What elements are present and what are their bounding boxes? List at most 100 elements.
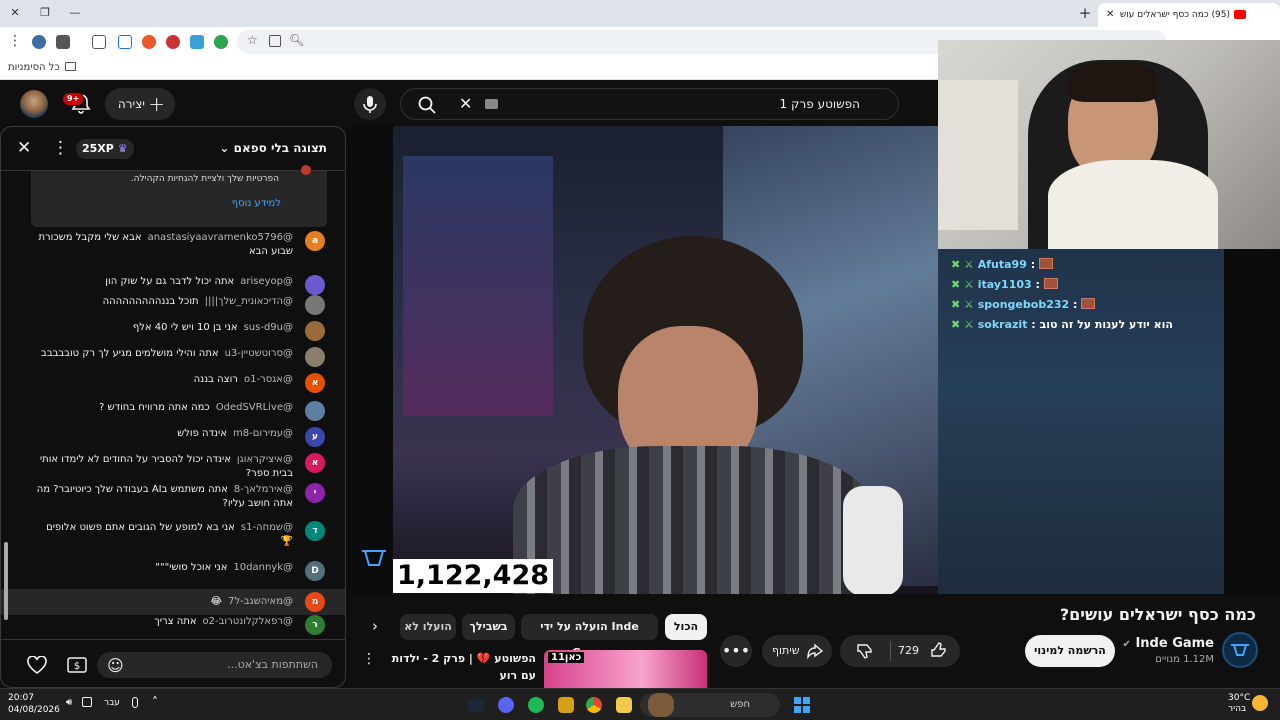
chat-avatar[interactable]: D	[305, 561, 325, 581]
install-app-icon[interactable]	[269, 35, 281, 47]
chat-username[interactable]: @sus-d9u	[244, 322, 293, 333]
chat-username[interactable]: @anastasiyaavramenko5796	[148, 232, 293, 243]
dislike-button[interactable]	[840, 635, 890, 667]
chat-username[interactable]: @עמירום-m8	[233, 428, 293, 439]
chat-username[interactable]: @מאיהשגב-ל7	[228, 596, 293, 607]
close-tab-icon[interactable]: ✕	[1106, 3, 1114, 27]
voice-search-button[interactable]	[354, 88, 386, 120]
chat-username[interactable]: @סרוטשטיין-u3	[225, 348, 293, 359]
super-chat-icon[interactable]: $	[67, 656, 87, 674]
app-icon[interactable]	[558, 697, 574, 713]
minimize-window-icon[interactable]: —	[66, 4, 84, 22]
chat-avatar[interactable]	[305, 401, 325, 421]
grammar-icon[interactable]	[214, 35, 228, 49]
clear-search-icon[interactable]: ✕	[459, 94, 472, 113]
recommended-title[interactable]: הפשוטע 💔 | פרק 2 - ילדות עם רוע	[378, 650, 536, 684]
chat-message[interactable]: ע @עמירום-m8 אינדה פולש	[35, 427, 325, 447]
extension-red-icon[interactable]	[142, 35, 156, 49]
channel-avatar[interactable]	[1222, 632, 1258, 668]
chat-username[interactable]: @שמחה-s1	[241, 522, 293, 533]
chat-message[interactable]: מ@מאיהשגב-ל7😂⋮	[1, 589, 345, 615]
taskbar-search[interactable]: חפש	[640, 693, 780, 717]
chat-username[interactable]: @אירמלאך-8	[234, 484, 293, 495]
chat-mode-selector[interactable]: תצוגה בלי ספאם ⌄	[219, 141, 327, 155]
chat-message[interactable]: @הדיכאונית_שלך|||| תוכל בננההההההההה	[35, 295, 325, 315]
chip-uploaded-by[interactable]: הועלה על ידי Inde Game	[521, 614, 658, 659]
volume-icon[interactable]: 🔊︎	[66, 697, 72, 708]
zoom-icon[interactable]: 🔍︎	[289, 33, 304, 47]
chat-username[interactable]: @OdedSVRLive	[216, 402, 293, 413]
extension-shield-icon[interactable]	[166, 35, 180, 49]
chat-more-icon[interactable]: ⋮	[52, 138, 69, 158]
xp-badge[interactable]: 25XP ♛	[76, 139, 134, 159]
like-button[interactable]	[924, 635, 960, 667]
chat-username[interactable]: @10dannyk	[233, 562, 293, 573]
chat-message[interactable]: @ariseyop אתה יכול לדבר גם על שוק הון	[35, 275, 325, 295]
keyboard-icon[interactable]	[485, 99, 498, 109]
channel-watermark-icon[interactable]	[360, 546, 388, 568]
chip-next-chevron-icon[interactable]: ›	[372, 617, 378, 635]
clock[interactable]: 20:07 04/08/2026	[8, 692, 60, 716]
chat-username[interactable]: @אגסר-o1	[244, 374, 293, 385]
windows-start-icon[interactable]	[794, 697, 810, 713]
language-indicator[interactable]: עבר	[104, 698, 120, 708]
new-tab-icon[interactable]: +	[1076, 4, 1094, 22]
chat-message[interactable]: י @אירמלאך-8אתה משתמש בAI בעבודה שלך כיוט…	[35, 483, 325, 511]
browser-tab[interactable]: (95) כמה כסף ישראלים עוש ✕	[1098, 3, 1280, 27]
chat-avatar[interactable]: a	[305, 231, 325, 251]
chat-scrollbar[interactable]	[4, 542, 8, 620]
chat-message[interactable]: a @anastasiyaavramenko5796אבא שלי מקבל מש…	[35, 231, 325, 259]
chat-avatar[interactable]: ע	[305, 427, 325, 447]
chip-recently-uploaded[interactable]: הועלו לא	[400, 614, 456, 640]
chat-message[interactable]: א @אגסר-o1 רוצה בננה	[35, 373, 325, 393]
channel-name[interactable]: Inde Game ✔	[1123, 636, 1214, 651]
translate-icon[interactable]	[190, 35, 204, 49]
menu-dots-icon[interactable]: ⋮	[8, 33, 22, 49]
chat-message[interactable]: @סרוטשטיין-u3 אתה והילי מושלמים מגיע לך ר…	[35, 347, 325, 367]
learn-more-link[interactable]: למידע נוסף	[232, 198, 281, 209]
chat-avatar[interactable]: א	[305, 453, 325, 473]
video-frame[interactable]	[393, 126, 938, 594]
chat-message[interactable]: @sus-d9u אני בן 10 ויש לי 40 אלף	[35, 321, 325, 341]
taskbar-microphone-icon[interactable]	[132, 697, 138, 708]
chat-avatar[interactable]: א	[305, 373, 325, 393]
account-avatar[interactable]	[20, 90, 48, 118]
chat-input[interactable]: השתתפות בצ'אט...	[97, 652, 332, 678]
restore-window-icon[interactable]: ❐	[36, 4, 54, 22]
tab-search-icon[interactable]	[118, 35, 132, 49]
chrome-icon[interactable]	[586, 697, 602, 713]
chat-avatar[interactable]: ר	[305, 615, 325, 635]
close-window-icon[interactable]: ✕	[6, 4, 24, 22]
more-actions-button[interactable]: •••	[720, 635, 752, 667]
chat-avatar[interactable]	[305, 321, 325, 341]
tray-chevron-icon[interactable]: ˄	[152, 695, 158, 709]
chat-avatar[interactable]: י	[305, 483, 325, 503]
emoji-icon[interactable]: ☺	[107, 656, 124, 675]
network-icon[interactable]	[82, 697, 92, 707]
chat-avatar[interactable]	[305, 295, 325, 315]
chat-avatar[interactable]: ד	[305, 521, 325, 541]
spotify-icon[interactable]	[528, 697, 544, 713]
extension-icon[interactable]	[56, 35, 70, 49]
heart-icon[interactable]	[27, 656, 47, 674]
chip-for-you[interactable]: בשבילך	[462, 614, 515, 640]
steam-icon[interactable]	[468, 697, 484, 713]
chat-username[interactable]: @רפאלקלונטרוב-o2	[203, 616, 294, 627]
chip-all[interactable]: הכול	[665, 614, 707, 640]
chat-username[interactable]: @הדיכאונית_שלך||||	[205, 296, 293, 307]
search-icon[interactable]	[417, 95, 437, 115]
search-input[interactable]: ✕ הפשוטע פרק 1	[400, 88, 899, 120]
chat-message[interactable]: א @איציקראוגןאינדה יכול להסביר על החודים …	[35, 453, 325, 481]
extensions-puzzle-icon[interactable]	[92, 35, 106, 49]
chat-avatar[interactable]	[305, 275, 325, 295]
weather-widget[interactable]: 30°C בהיר	[1228, 693, 1250, 715]
chat-username[interactable]: @איציקראוגן	[237, 454, 293, 465]
chat-message[interactable]: ר @רפאלקלונטרוב-o2 אתה צריך	[35, 615, 325, 635]
chat-message[interactable]: ד @שמחה-s1אני בא למופע של הגובים אתם פשוט…	[35, 521, 325, 549]
profile-icon[interactable]	[32, 35, 46, 49]
chat-message[interactable]: @OdedSVRLive כמה אתה מרוויח בחודש ?	[35, 401, 325, 421]
chat-username[interactable]: @ariseyop	[240, 276, 293, 287]
create-button[interactable]: + יצירה	[105, 88, 175, 120]
bookmark-star-icon[interactable]: ☆	[247, 33, 258, 47]
file-explorer-icon[interactable]	[616, 697, 632, 713]
